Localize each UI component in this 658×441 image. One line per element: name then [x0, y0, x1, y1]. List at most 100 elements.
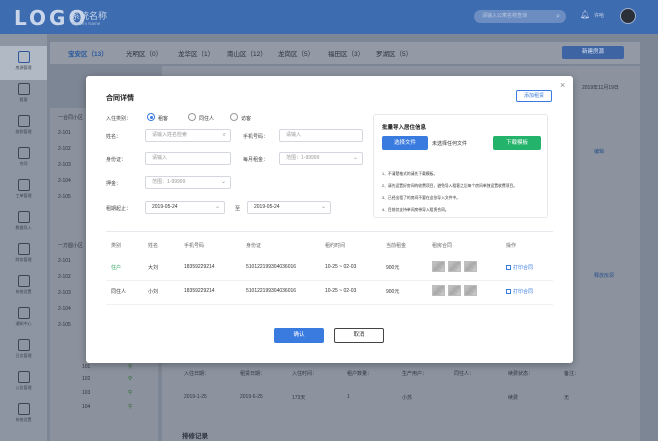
tree-item[interactable]: 2-102 — [58, 146, 71, 152]
cancel-button[interactable]: 取消 — [334, 328, 384, 343]
settings-icon — [17, 275, 30, 287]
sidebar-item-announce[interactable]: 公告管理 — [0, 366, 47, 400]
tab-nanshan[interactable]: 南山区（12） — [227, 48, 267, 58]
stat-value: 2019-1-25 — [184, 394, 207, 400]
sidebar-item-system[interactable]: 系统设置 — [0, 398, 47, 432]
tree-item[interactable]: 2-103 — [58, 162, 71, 168]
stat-label: 租户数量： — [347, 371, 373, 377]
rent-select[interactable]: 范围：1-99999 ⌄ — [279, 152, 363, 165]
radio-tenant[interactable] — [147, 113, 155, 121]
deposit-select[interactable]: 范围：1-99999 ⌄ — [145, 176, 231, 189]
tab-longgang[interactable]: 龙岗区（5） — [278, 48, 314, 58]
radio-visitor[interactable] — [230, 113, 238, 121]
tree-item[interactable]: 104 — [82, 404, 90, 410]
start-date-input[interactable]: 2019-05-24 ⌄ — [145, 201, 225, 214]
building-icon — [17, 51, 30, 63]
tree-item[interactable]: 2-105 — [58, 194, 71, 200]
tree-item[interactable]: 2-105 — [58, 322, 71, 328]
radio-cohabitant-label: 同住人 — [199, 116, 215, 122]
sidebar-item-settings[interactable]: 系统设置 — [0, 270, 47, 304]
close-icon[interactable]: × — [560, 80, 565, 90]
contract-detail-modal: 合同详情 × 添加租赁 入住类别： 租客 同住人 访客 姓名： 请输入姓名检索 … — [86, 76, 573, 363]
print-icon — [506, 265, 511, 270]
tree-item[interactable]: 2-101 — [58, 258, 71, 264]
contract-thumbnail[interactable] — [432, 285, 445, 296]
sidebar-item-rooms[interactable]: 房源管理 — [0, 46, 47, 80]
tab-baoan[interactable]: 宝安区（13） — [68, 48, 108, 58]
contract-thumbnail[interactable] — [464, 261, 477, 272]
tab-guangming[interactable]: 光明区（0） — [126, 48, 162, 58]
phone-input[interactable]: 请输入 — [279, 129, 363, 142]
id-input[interactable]: 请输入 — [145, 152, 231, 165]
search-icon[interactable]: ⌕ — [556, 10, 560, 23]
sidebar-item-contract[interactable]: 合同 — [0, 142, 47, 176]
contract-thumbnail[interactable] — [448, 285, 461, 296]
new-listing-button[interactable]: 新建房源 — [562, 46, 624, 59]
link-icon[interactable]: ⚲ — [128, 376, 132, 382]
tree-item[interactable]: 2-103 — [58, 290, 71, 296]
tenant-icon — [17, 83, 30, 95]
tree-item[interactable]: 2-104 — [58, 306, 71, 312]
col-name: 姓名 — [148, 243, 159, 249]
sidebar-item-finance[interactable]: 财务管理 — [0, 238, 47, 272]
choose-file-button[interactable]: 选择文件 — [382, 136, 428, 150]
link-icon[interactable]: ⚲ — [128, 404, 132, 410]
tab-longhua[interactable]: 龙华区（1） — [178, 48, 214, 58]
link-icon[interactable]: ⚲ — [128, 390, 132, 396]
edit-link[interactable]: 编辑 — [594, 148, 604, 155]
stat-label: 入住时间： — [292, 371, 318, 377]
finance-icon — [17, 243, 30, 255]
add-lease-button[interactable]: 添加租赁 — [516, 90, 552, 102]
user-name[interactable]: 许哈 — [594, 12, 604, 19]
system-icon — [17, 403, 30, 415]
print-contract-link[interactable]: 打印合同 — [506, 288, 533, 295]
link-icon[interactable]: ⚲ — [128, 364, 132, 370]
radio-cohabitant[interactable] — [188, 113, 196, 121]
tree-item[interactable]: 103 — [82, 390, 90, 396]
tree-item[interactable]: 102 — [82, 376, 90, 382]
cell-id: 510122199304036016 — [246, 288, 297, 294]
announce-icon — [17, 371, 30, 383]
sidebar-item-workorder[interactable]: 工单管理 — [0, 174, 47, 208]
name-input[interactable]: 请输入姓名检索 ⌕ — [145, 129, 231, 142]
avatar[interactable] — [620, 8, 636, 24]
contract-thumbnail[interactable] — [432, 261, 445, 272]
tree-item[interactable]: 101 — [82, 364, 90, 370]
sidebar-item-log[interactable]: 日志管理 — [0, 334, 47, 368]
no-file-text: 未选择任何文件 — [432, 141, 468, 147]
confirm-button[interactable]: 确认 — [274, 328, 324, 343]
tab-futian[interactable]: 福田区（3） — [328, 48, 364, 58]
sidebar-item-payment[interactable]: 收款管理 — [0, 110, 47, 144]
sidebar-item-tenant[interactable]: 租客 — [0, 78, 47, 112]
release-link[interactable]: 释放房源 — [594, 272, 614, 279]
rent-label: 每月租金： — [243, 157, 269, 163]
col-type: 类别 — [111, 243, 122, 249]
bell-icon[interactable]: 🔔︎ — [580, 10, 590, 19]
payment-icon — [17, 115, 30, 127]
contract-thumbnail[interactable] — [464, 285, 477, 296]
sidebar-item-notice[interactable]: 通知中心 — [0, 302, 47, 336]
system-name-en: System Name — [72, 21, 101, 26]
cell-phone: 18359229214 — [184, 288, 215, 294]
divider — [106, 231, 553, 232]
cell-period: 10-25 ~ 02-03 — [325, 288, 357, 294]
col-contract: 租房合同 — [432, 243, 453, 249]
tree-item[interactable]: 2-104 — [58, 178, 71, 184]
tree-item[interactable]: 一合同小区 — [58, 114, 83, 121]
search-input[interactable]: 请输入公寓名称查询 ⌕ — [474, 10, 566, 23]
download-template-button[interactable]: 下载模板 — [493, 136, 541, 150]
end-date-input[interactable]: 2019-05-24 ⌄ — [247, 201, 331, 214]
tree-item[interactable]: 一方圆小区 — [58, 242, 83, 249]
contract-thumbnail[interactable] — [448, 261, 461, 272]
to-label: 至 — [235, 206, 241, 212]
radio-visitor-label: 访客 — [241, 116, 252, 122]
sidebar-item-import[interactable]: 数据导入 — [0, 206, 47, 240]
tree-item[interactable]: 2-102 — [58, 274, 71, 280]
col-period: 租约时间 — [325, 243, 346, 249]
tab-luohu[interactable]: 罗湖区（5） — [376, 48, 412, 58]
tree-item[interactable]: 2-101 — [58, 130, 71, 136]
print-icon — [506, 289, 511, 294]
cell-rent: 900元 — [386, 289, 400, 295]
print-contract-link[interactable]: 打印合同 — [506, 264, 533, 271]
search-icon[interactable]: ⌕ — [223, 130, 226, 141]
